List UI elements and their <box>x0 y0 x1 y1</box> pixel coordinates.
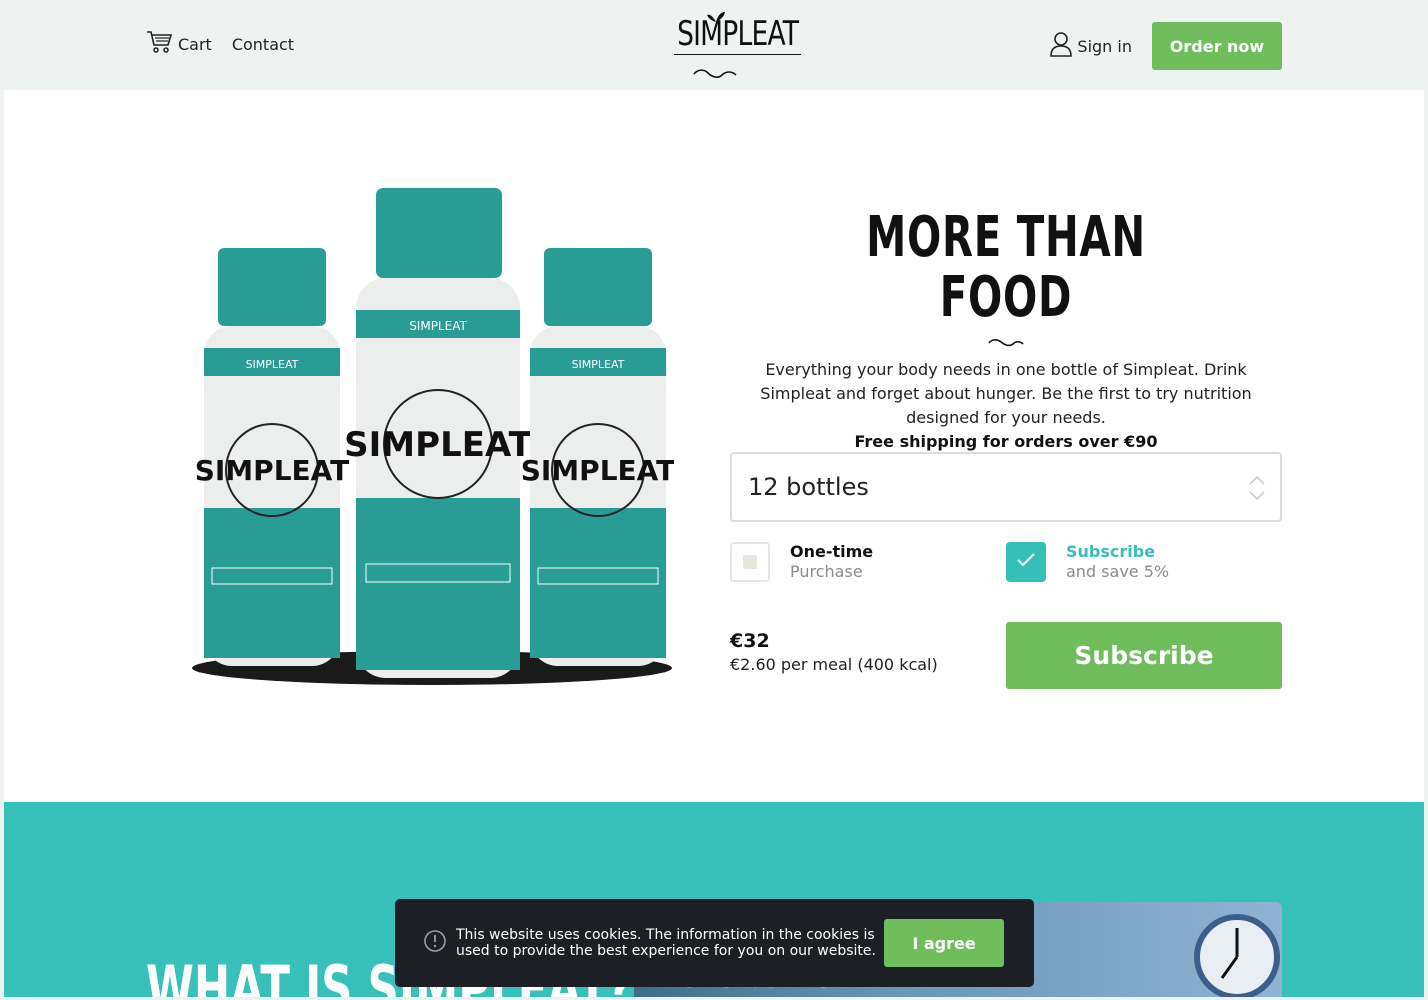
subscribe-checkbox[interactable] <box>1006 542 1046 582</box>
product-bottles-image: SIMPLEAT SIMPLEAT SIMPLEAT SIMPLEAT SIMP… <box>190 188 675 688</box>
user-icon <box>1049 31 1077 61</box>
cart-link[interactable]: Cart <box>146 30 212 58</box>
logo-text: SIMPLEAT <box>673 14 802 55</box>
hero-content: MORE THAN FOOD Everything your body need… <box>730 205 1282 689</box>
order-now-button[interactable]: Order now <box>1152 22 1282 70</box>
info-icon <box>423 929 447 957</box>
cookie-banner: This website uses cookies. The informati… <box>395 899 1034 987</box>
cart-icon <box>146 30 178 58</box>
price-block: €32 €2.60 per meal (400 kcal) <box>730 628 938 676</box>
header-nav-left: Cart Contact <box>146 30 294 58</box>
check-icon <box>1016 552 1036 572</box>
option-subscribe[interactable]: Subscribe and save 5% <box>1006 542 1169 582</box>
quantity-select[interactable]: 12 bottles <box>730 452 1282 522</box>
clock-icon <box>1192 912 1282 997</box>
free-shipping-note: Free shipping for orders over €90 <box>854 432 1158 451</box>
cookie-message: This website uses cookies. The informati… <box>456 927 876 959</box>
signin-link[interactable]: Sign in <box>1049 31 1132 61</box>
one-time-subtitle: Purchase <box>790 562 863 581</box>
option-one-time[interactable]: One-time Purchase <box>730 542 873 582</box>
swirl-divider-icon <box>730 334 1282 348</box>
svg-text:SIMPLEAT: SIMPLEAT <box>195 454 350 487</box>
contact-link[interactable]: Contact <box>232 35 294 54</box>
svg-text:SIMPLEAT: SIMPLEAT <box>344 425 532 465</box>
site-header: Cart Contact SIMPLEAT Sign in Order now <box>0 0 1428 90</box>
svg-text:SIMPLEAT: SIMPLEAT <box>409 319 467 333</box>
hero-title: MORE THAN FOOD <box>866 205 1146 330</box>
subscribe-button[interactable]: Subscribe <box>1006 622 1282 689</box>
signin-label: Sign in <box>1077 36 1132 56</box>
one-time-checkbox[interactable] <box>730 542 770 582</box>
subscribe-subtitle: and save 5% <box>1066 562 1170 581</box>
swirl-ornament-icon <box>692 66 738 85</box>
select-arrows-icon <box>1248 474 1266 506</box>
site-logo[interactable]: SIMPLEAT <box>656 8 802 85</box>
cart-label: Cart <box>178 34 212 54</box>
agree-button[interactable]: I agree <box>884 919 1004 967</box>
one-time-title: One-time <box>790 542 874 561</box>
svg-text:SIMPLEAT: SIMPLEAT <box>572 358 625 371</box>
subscribe-title: Subscribe <box>1066 542 1156 561</box>
header-nav-right: Sign in Order now <box>1049 22 1282 70</box>
hero-section: SIMPLEAT SIMPLEAT SIMPLEAT SIMPLEAT SIMP… <box>4 90 1424 802</box>
price-value: €32 <box>730 630 770 652</box>
quantity-value: 12 bottles <box>748 473 869 501</box>
hero-description: Everything your body needs in one bottle… <box>760 360 1252 427</box>
svg-text:SIMPLEAT: SIMPLEAT <box>246 358 299 371</box>
price-per-meal: €2.60 per meal (400 kcal) <box>730 655 938 674</box>
svg-text:SIMPLEAT: SIMPLEAT <box>521 454 674 487</box>
